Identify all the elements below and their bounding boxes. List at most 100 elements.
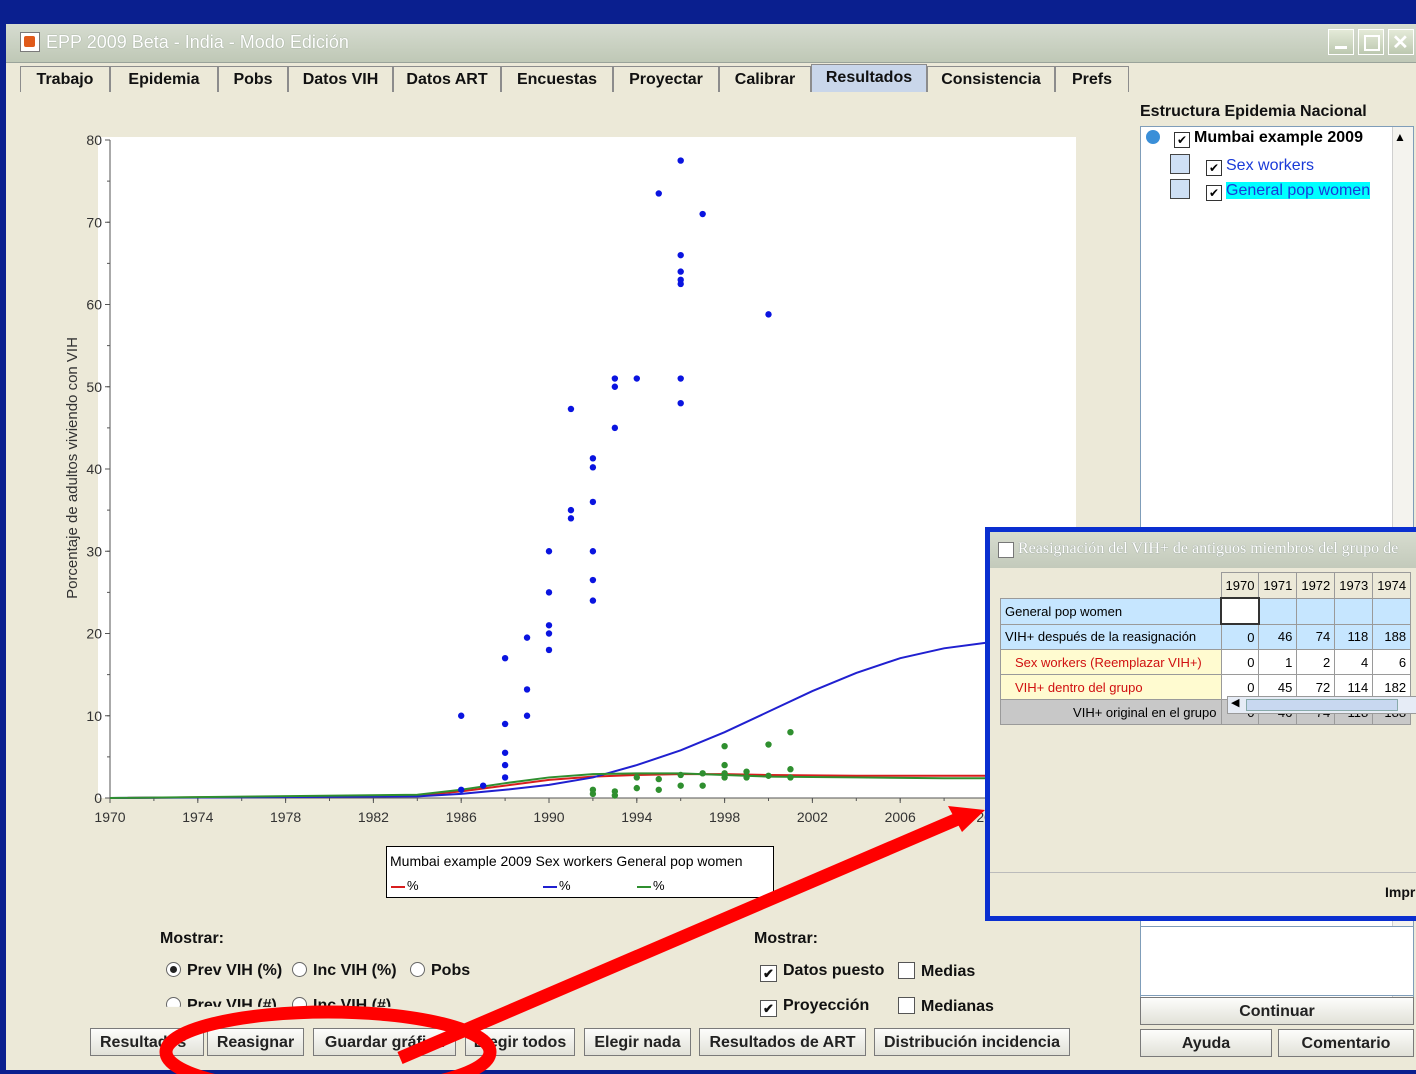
data-point-general-pop [677,771,684,779]
data-point-sex-workers [677,157,684,164]
continuar-button[interactable]: Continuar [1140,997,1414,1025]
data-point-sex-workers [458,786,465,793]
data-point-general-pop [655,786,662,793]
data-point-sex-workers [589,548,597,555]
x-tick-label: 1990 [533,809,564,825]
tree-title: Estructura Epidemia Nacional [1140,103,1367,120]
data-point-general-pop [721,774,728,781]
data-point-sex-workers [611,424,619,432]
y-tick-label: 40 [86,461,102,477]
year-header: 1973 [1334,572,1374,599]
imprimir-button[interactable]: Impri [1385,884,1416,900]
table-cell[interactable] [1296,597,1336,625]
legend-item-mumbai: % [391,878,419,893]
scroll-thumb[interactable] [1246,699,1398,711]
y-tick-label: 70 [86,214,102,230]
elegir-nada-button[interactable]: Elegir nada [584,1028,691,1056]
chart-legend: Mumbai example 2009 Sex workers General … [386,846,774,898]
ayuda-button[interactable]: Ayuda [1140,1029,1272,1057]
radio-inc-vih-pct[interactable]: Inc VIH (%) [292,962,397,980]
data-point-sex-workers [479,782,487,789]
scroll-left-arrow-icon[interactable]: ◀ [1231,696,1239,709]
data-point-general-pop [611,788,619,795]
data-point-general-pop [787,766,794,773]
data-point-sex-workers [677,280,684,288]
elegir-todos-button[interactable]: Elegir todos [465,1028,575,1056]
data-point-sex-workers [501,720,509,728]
data-point-general-pop [721,761,728,769]
y-tick-label: 30 [86,543,102,559]
checkbox-datos-puesto[interactable]: ✔ Datos puesto [760,962,884,982]
guardar-grafica-button[interactable]: Guardar gráfica [313,1028,456,1056]
table-cell[interactable]: 0 [1220,649,1260,675]
checkbox-medianas[interactable]: Medianas [898,997,994,1016]
chart-node-icon [1170,154,1190,174]
data-point-sex-workers [589,597,597,604]
data-point-general-pop [633,784,640,792]
data-point-sex-workers [458,712,465,719]
checkbox-proyeccion[interactable]: ✔ Proyección [760,997,869,1017]
data-point-sex-workers [765,311,772,318]
row-label: General pop women [1000,597,1222,625]
tree-item-sex-workers[interactable]: ✔ Sex workers [1170,154,1314,176]
table-cell[interactable]: 46 [1258,623,1298,650]
data-point-sex-workers [677,400,684,407]
comment-box[interactable] [1140,926,1414,996]
mostrar-label-left: Mostrar: [160,930,225,947]
legend-title: Mumbai example 2009 Sex workers General … [390,853,743,869]
tree-root[interactable]: ✔ Mumbai example 2009 [1146,129,1363,148]
data-point-general-pop [765,741,772,748]
table-cell[interactable] [1334,597,1374,625]
dialog-hscrollbar[interactable]: ◀ [1227,696,1416,714]
reassignment-dialog: Reasignación del VIH+ de antiguos miembr… [985,527,1416,921]
reasignar-button[interactable]: Reasignar [207,1028,304,1056]
data-point-sex-workers [589,455,597,462]
checkbox-medias[interactable]: Medias [898,962,975,981]
data-point-sex-workers [545,646,553,654]
year-header: 1974 [1372,572,1412,599]
radio-pobs[interactable]: Pobs [410,962,470,980]
data-point-sex-workers [677,268,684,275]
data-point-general-pop [677,782,684,789]
data-point-sex-workers [501,761,509,769]
data-point-general-pop [699,782,706,789]
comentario-button[interactable]: Comentario [1278,1029,1414,1057]
data-point-general-pop [787,774,794,781]
table-cell[interactable]: 188 [1372,623,1412,650]
mostrar-label-right: Mostrar: [754,930,819,947]
distribucion-incidencia-button[interactable]: Distribución incidencia [874,1028,1070,1056]
java-app-icon [998,542,1014,558]
y-tick-label: 60 [86,297,102,313]
row-label: VIH+ después de la reasignación [1000,623,1222,650]
table-cell[interactable]: 4 [1334,649,1374,675]
table-cell[interactable]: 74 [1296,623,1336,650]
data-point-sex-workers [611,375,619,382]
data-point-sex-workers [523,712,531,719]
x-tick-label: 1994 [621,809,652,825]
table-cell[interactable] [1258,597,1298,625]
table-cell[interactable]: 118 [1334,623,1374,650]
x-tick-label: 1998 [709,809,740,825]
data-point-general-pop [787,729,794,736]
resultados-button[interactable]: Resultados [90,1028,204,1056]
table-cell[interactable]: 6 [1372,649,1412,675]
data-point-sex-workers [567,405,575,413]
table-cell[interactable] [1220,597,1260,625]
table-cell[interactable] [1372,597,1412,625]
data-point-sex-workers [545,589,553,596]
data-point-sex-workers [589,576,597,584]
data-point-sex-workers [523,634,531,641]
resultados-art-button[interactable]: Resultados de ART [699,1028,866,1056]
data-point-sex-workers [501,654,509,662]
x-tick-label: 1970 [94,809,125,825]
tree-item-general-pop-women[interactable]: ✔ General pop women [1170,179,1371,201]
table-cell[interactable]: 1 [1258,649,1298,675]
y-axis-label: Porcentaje de adultos viviendo con VIH [64,337,81,599]
table-cell[interactable]: 2 [1296,649,1336,675]
globe-icon [1146,130,1160,144]
radio-prev-vih-pct[interactable]: Prev VIH (%) [166,962,282,980]
scroll-up-arrow-icon[interactable]: ▲ [1394,130,1406,144]
dialog-title-bar[interactable]: Reasignación del VIH+ de antiguos miembr… [990,532,1416,568]
table-cell[interactable]: 0 [1220,623,1260,650]
legend-item-general-pop: % [637,878,665,893]
